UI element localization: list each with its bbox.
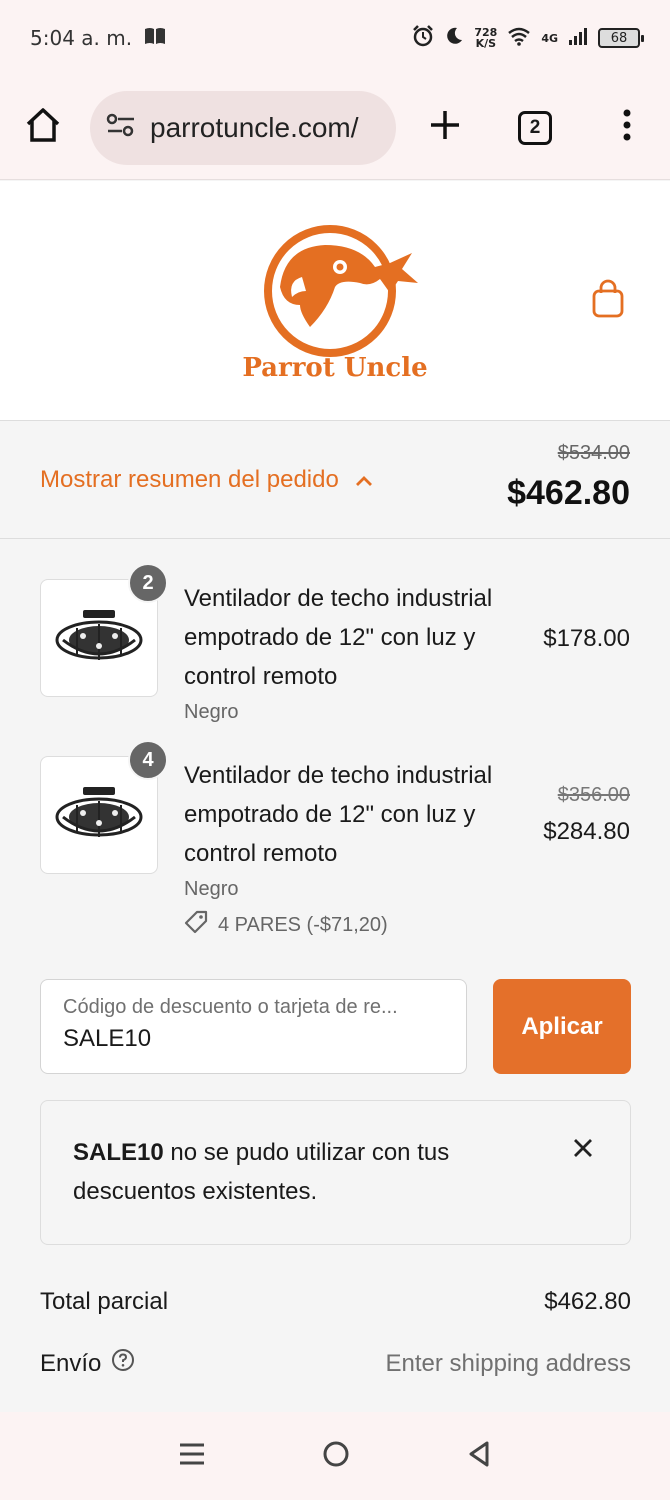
tab-switcher-button[interactable]: 2 <box>518 110 552 145</box>
shopping-bag-icon[interactable] <box>590 279 626 324</box>
apply-button[interactable]: Aplicar <box>493 979 631 1074</box>
product-name: Ventilador de techo industrial empotrado… <box>184 585 493 690</box>
store-name-logo-text: Parrot Uncle <box>242 353 428 383</box>
site-settings-icon[interactable] <box>106 112 136 143</box>
help-icon[interactable] <box>111 1348 135 1379</box>
moon-icon <box>444 26 464 50</box>
chevron-up-icon <box>355 466 373 494</box>
product-line-item: 2 Ventilador de techo industrial empotra… <box>40 563 630 729</box>
discount-code-field[interactable]: Código de descuento o tarjeta de re... <box>40 979 467 1074</box>
product-variant: Negro <box>184 878 239 900</box>
discount-code-label: Código de descuento o tarjeta de re... <box>63 996 398 1018</box>
subtotal-row: Total parcial $462.80 <box>40 1288 631 1316</box>
error-text: SALE10 no se pudo utilizar con tus descu… <box>73 1133 533 1211</box>
close-icon[interactable] <box>572 1137 594 1164</box>
browser-toolbar: parrotuncle.com/ 2 <box>0 76 670 180</box>
home-icon[interactable] <box>24 106 62 149</box>
quantity-badge: 4 <box>128 740 168 780</box>
address-bar[interactable]: parrotuncle.com/ <box>90 90 396 165</box>
system-navigation-bar <box>0 1412 670 1500</box>
status-time: 5:04 a. m. <box>30 26 133 50</box>
quantity-badge: 2 <box>128 563 168 603</box>
shipping-value: Enter shipping address <box>385 1349 631 1377</box>
recent-apps-icon[interactable] <box>179 1442 205 1471</box>
book-icon <box>144 26 166 50</box>
order-total: $462.80 <box>507 474 630 512</box>
url-text: parrotuncle.com/ <box>150 111 359 143</box>
product-original-price: $356.00 <box>557 784 630 806</box>
new-tab-icon[interactable] <box>428 108 462 147</box>
summary-toggle-label: Mostrar resumen del pedido <box>40 466 339 493</box>
product-name: Ventilador de techo industrial empotrado… <box>184 762 493 867</box>
discount-code-input[interactable] <box>63 1025 444 1053</box>
store-header: Parrot Uncle <box>0 181 670 421</box>
subtotal-value: $462.80 <box>544 1288 631 1315</box>
product-variant: Negro <box>184 701 239 723</box>
more-options-icon[interactable] <box>622 108 632 147</box>
tag-icon <box>184 910 208 940</box>
product-line-item: 4 Ventilador de techo industrial empotra… <box>40 740 630 946</box>
discount-tag: 4 PARES (-$71,20) <box>184 910 388 940</box>
original-total: $534.00 <box>557 442 630 464</box>
discount-error-message: SALE10 no se pudo utilizar con tus descu… <box>40 1100 631 1245</box>
shipping-label: Envío <box>40 1349 102 1377</box>
network-type: 4G <box>541 31 558 45</box>
wifi-icon <box>507 26 531 50</box>
product-price: $284.80 <box>543 818 630 845</box>
shipping-row: Envío Enter shipping address <box>40 1348 631 1379</box>
subtotal-label: Total parcial <box>40 1288 169 1315</box>
discount-label: 4 PARES (-$71,20) <box>218 913 388 936</box>
signal-icon <box>568 26 588 50</box>
battery-indicator: 68 <box>598 28 644 48</box>
show-order-summary-toggle[interactable]: Mostrar resumen del pedido <box>40 466 373 494</box>
speed-unit: K/S <box>475 37 497 50</box>
product-price: $178.00 <box>543 625 630 652</box>
error-code: SALE10 <box>73 1139 164 1166</box>
back-icon[interactable] <box>467 1440 491 1473</box>
alarm-icon <box>412 25 434 51</box>
home-button-icon[interactable] <box>322 1440 350 1473</box>
order-summary-bar: Mostrar resumen del pedido $534.00 $462.… <box>0 422 670 539</box>
status-bar: 5:04 a. m. 728 K/S 4G 68 <box>0 0 670 76</box>
network-speed: 728 K/S <box>474 27 497 49</box>
